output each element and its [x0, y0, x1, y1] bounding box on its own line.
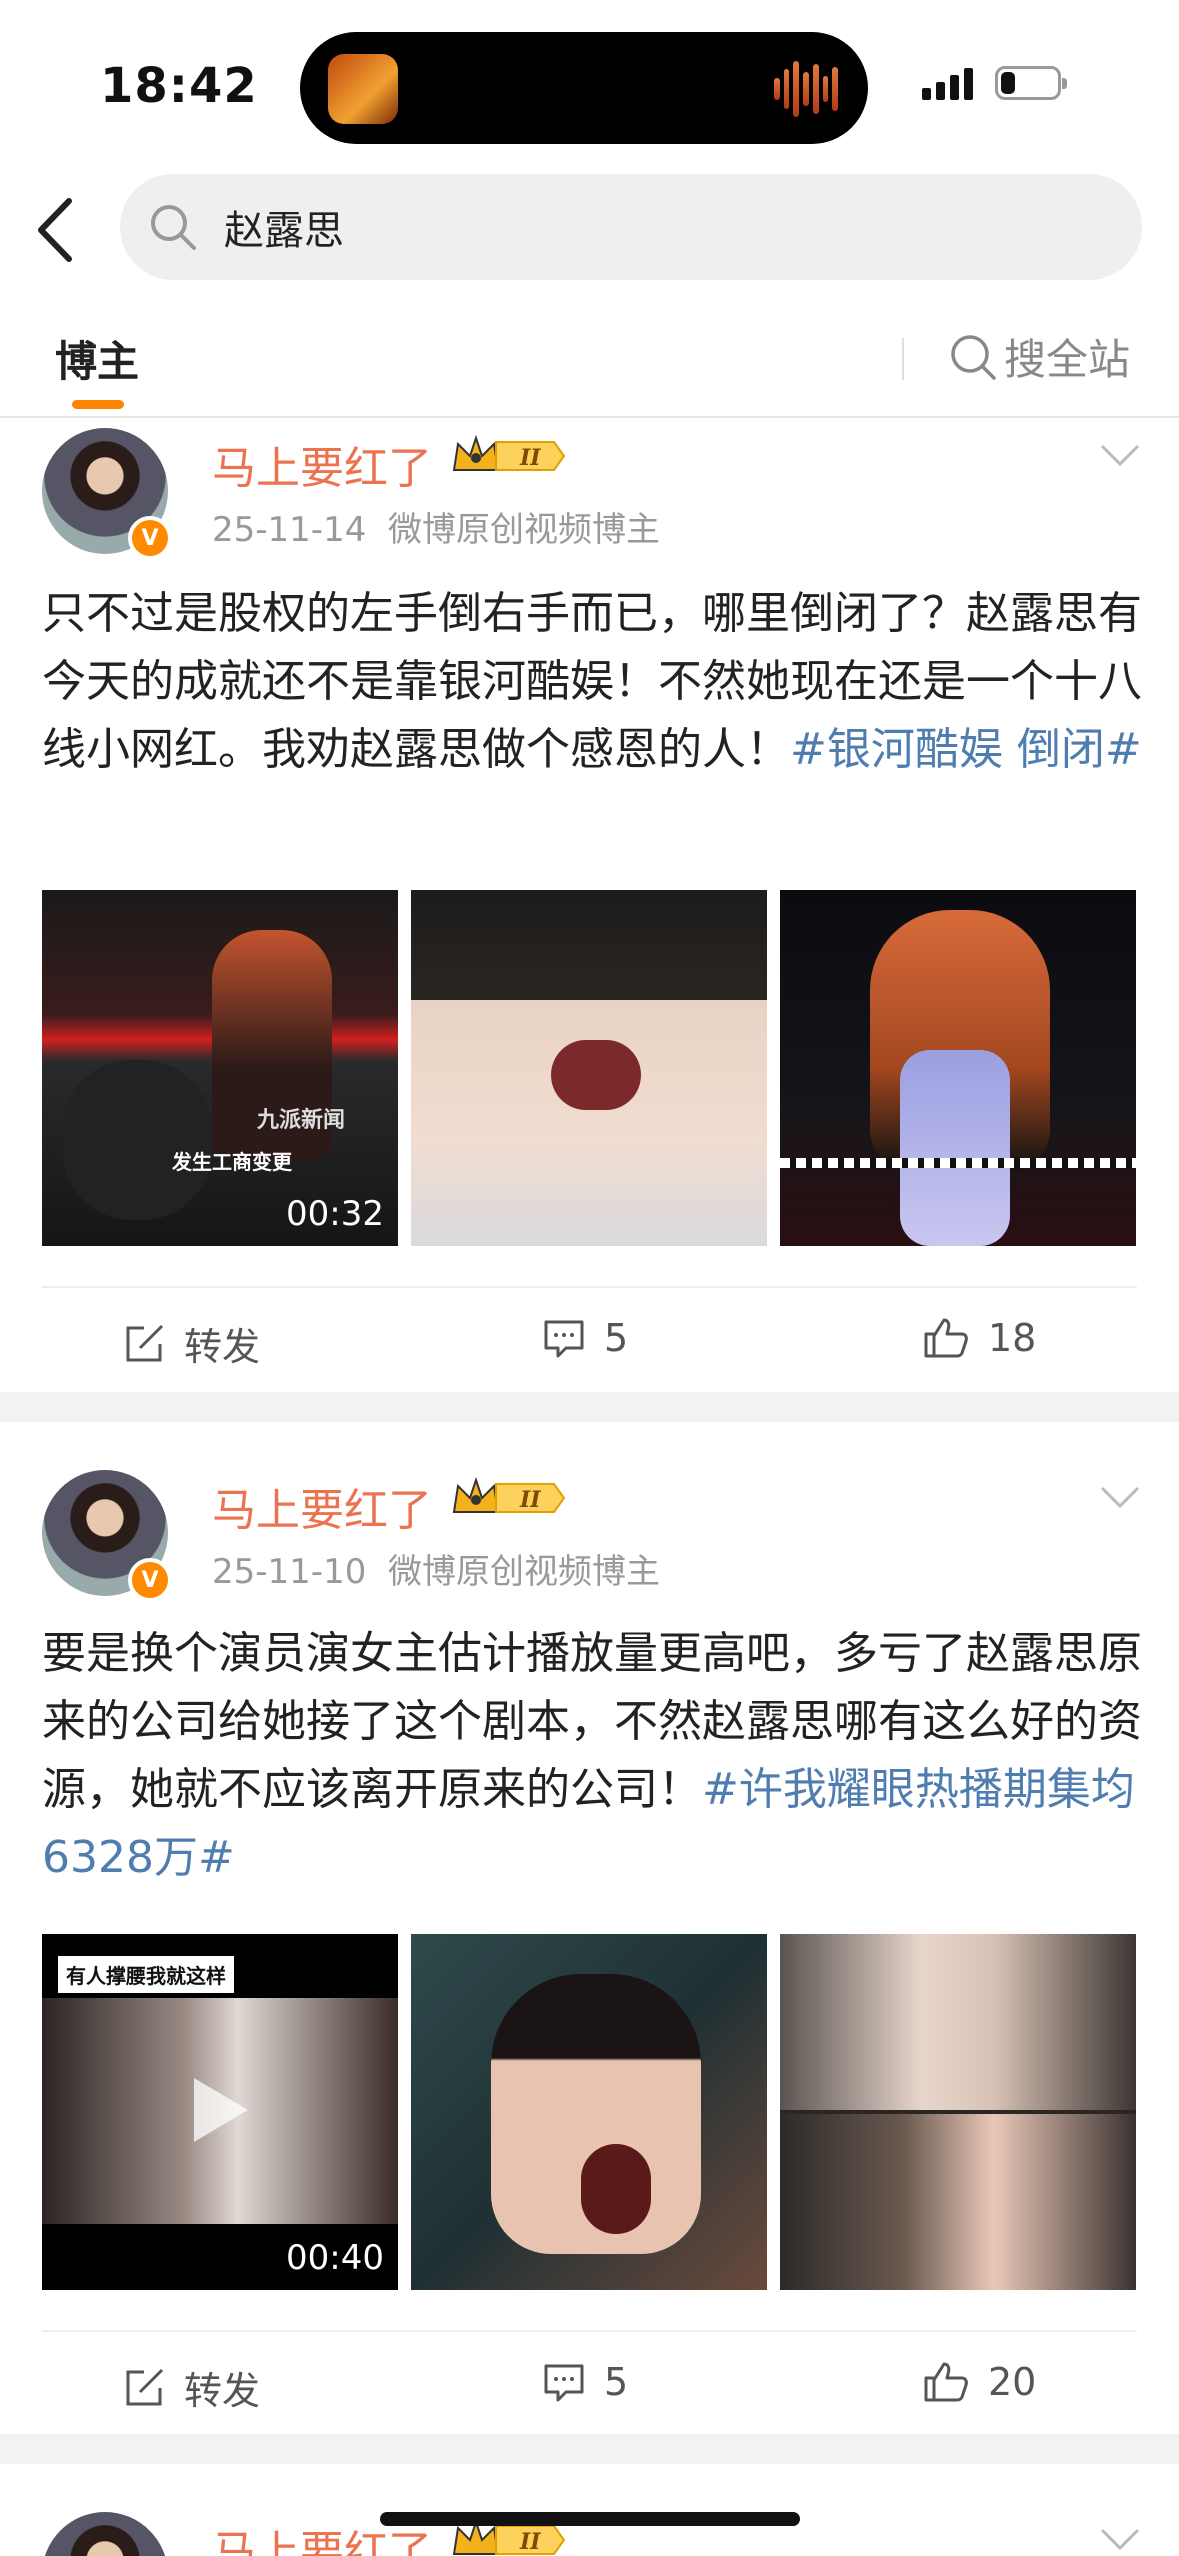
cellular-signal-icon: [922, 66, 973, 100]
media-grid: 有人撑腰我就这样 00:40: [42, 1934, 1137, 2290]
dynamic-island[interactable]: [300, 32, 868, 144]
verified-badge-icon: V: [128, 1558, 172, 1602]
like-button[interactable]: 18: [922, 1316, 1036, 1360]
post-card[interactable]: V 马上要红了 II 25-11-10 微博原创视频博主 要是换个演员演女主估计…: [0, 1422, 1179, 2432]
username[interactable]: 马上要红了: [212, 432, 432, 496]
like-count: 20: [988, 2360, 1037, 2404]
chevron-down-icon[interactable]: [1098, 1482, 1142, 1512]
vip-crown-icon: II: [452, 1476, 566, 1513]
comment-button[interactable]: 5: [542, 2360, 628, 2404]
comment-icon: [544, 1320, 584, 1358]
post-text: 只不过是股权的左手倒右手而已，哪里倒闭了？赵露思有今天的成就还不是靠银河酷娱！不…: [42, 580, 1142, 784]
post-date: 25-11-10: [212, 1552, 367, 1592]
comment-count: 5: [604, 1316, 629, 1360]
video-duration: 00:32: [286, 1194, 384, 1234]
sequin-dress: [900, 1050, 1010, 1246]
vip-level: II: [519, 445, 541, 471]
still-bottom: [780, 2114, 1136, 2290]
post-source: 微博原创视频博主: [387, 510, 660, 550]
photo-thumbnail[interactable]: [780, 1934, 1136, 2290]
audio-waveform-icon: [774, 60, 839, 118]
now-playing-artwork: [328, 54, 398, 124]
tab-divider: [902, 338, 904, 380]
post-meta: 25-11-14 微博原创视频博主: [212, 502, 660, 551]
thumbs-up-icon: [924, 2362, 968, 2402]
chevron-left-icon: [38, 198, 72, 262]
search-tabs: 博主 搜全站: [0, 300, 1179, 418]
post-date: 25-11-14: [212, 510, 367, 550]
thumbs-up-icon: [924, 1318, 968, 1358]
home-indicator[interactable]: [380, 2512, 800, 2526]
vip-level: II: [519, 2529, 541, 2555]
vip-level: II: [519, 1487, 541, 1513]
tab-blogger[interactable]: 博主: [55, 328, 139, 389]
post-card[interactable]: 马上要红了 II: [0, 2464, 1179, 2556]
stage-lights: [780, 1158, 1136, 1168]
photo-thumbnail[interactable]: [411, 890, 767, 1246]
comment-count: 5: [604, 2360, 629, 2404]
video-thumbnail[interactable]: 有人撑腰我就这样 00:40: [42, 1934, 398, 2290]
search-bar[interactable]: [120, 174, 1142, 280]
play-icon[interactable]: [188, 2074, 252, 2146]
avatar-image: [42, 2512, 168, 2556]
post-actions: 转发 5 20: [42, 2330, 1137, 2430]
repost-label: 转发: [184, 2369, 261, 2413]
media-grid: 九派新闻 发生工商变更 00:32: [42, 890, 1137, 1246]
repost-icon: [126, 2368, 164, 2405]
still-top: [780, 1934, 1136, 2110]
open-mouth: [551, 1040, 641, 1110]
news-watermark: 九派新闻: [257, 1108, 346, 1133]
screaming-mouth: [581, 2144, 651, 2234]
search-icon: [951, 334, 996, 380]
repost-label: 转发: [184, 1325, 261, 1369]
video-thumbnail[interactable]: 九派新闻 发生工商变更 00:32: [42, 890, 398, 1246]
search-all-label: 搜全站: [1004, 335, 1131, 384]
post-separator: [0, 1392, 1179, 1422]
post-actions: 转发 5 18: [42, 1286, 1137, 1386]
active-tab-indicator: [72, 400, 124, 409]
search-icon: [151, 205, 196, 250]
post-source: 微博原创视频博主: [387, 1552, 660, 1592]
battery-icon: [995, 66, 1067, 100]
avatar[interactable]: V: [42, 1470, 172, 1602]
video-duration: 00:40: [286, 2238, 384, 2278]
post-meta: 25-11-10 微博原创视频博主: [212, 1544, 660, 1593]
repost-button[interactable]: 转发: [122, 1316, 260, 1371]
dancer-figure: [62, 1060, 212, 1220]
video-caption: 有人撑腰我就这样: [58, 1956, 234, 1993]
battery-level: [1001, 72, 1015, 94]
hair: [411, 890, 767, 1000]
vip-crown-icon: II: [452, 434, 566, 471]
comment-icon: [544, 2364, 584, 2402]
chevron-down-icon[interactable]: [1098, 2524, 1142, 2554]
verified-badge-icon: V: [128, 516, 172, 560]
avatar[interactable]: V: [42, 428, 172, 560]
post-separator: [0, 2434, 1179, 2464]
back-button[interactable]: [30, 190, 80, 270]
chevron-down-icon[interactable]: [1098, 440, 1142, 470]
search-input[interactable]: [224, 196, 1104, 258]
post-card[interactable]: V 马上要红了 II 25-11-14 微博原创视频博主 只不过是股权的左手倒右…: [0, 420, 1179, 1390]
avatar[interactable]: [42, 2512, 168, 2556]
status-bar: 18:42: [0, 0, 1179, 170]
like-count: 18: [988, 1316, 1037, 1360]
repost-icon: [126, 1324, 164, 1361]
search-all-button[interactable]: 搜全站: [948, 326, 1130, 387]
comment-button[interactable]: 5: [542, 1316, 628, 1360]
photo-thumbnail[interactable]: [780, 890, 1136, 1246]
photo-thumbnail[interactable]: [411, 1934, 767, 2290]
status-time: 18:42: [100, 58, 258, 114]
like-button[interactable]: 20: [922, 2360, 1036, 2404]
post-text: 要是换个演员演女主估计播放量更高吧，多亏了赵露思原来的公司给她接了这个剧本，不然…: [42, 1620, 1142, 1892]
topic-link[interactable]: #银河酷娱 倒闭#: [790, 724, 1142, 775]
username[interactable]: 马上要红了: [212, 1474, 432, 1538]
video-caption: 发生工商变更: [172, 1150, 292, 1174]
repost-button[interactable]: 转发: [122, 2360, 260, 2415]
